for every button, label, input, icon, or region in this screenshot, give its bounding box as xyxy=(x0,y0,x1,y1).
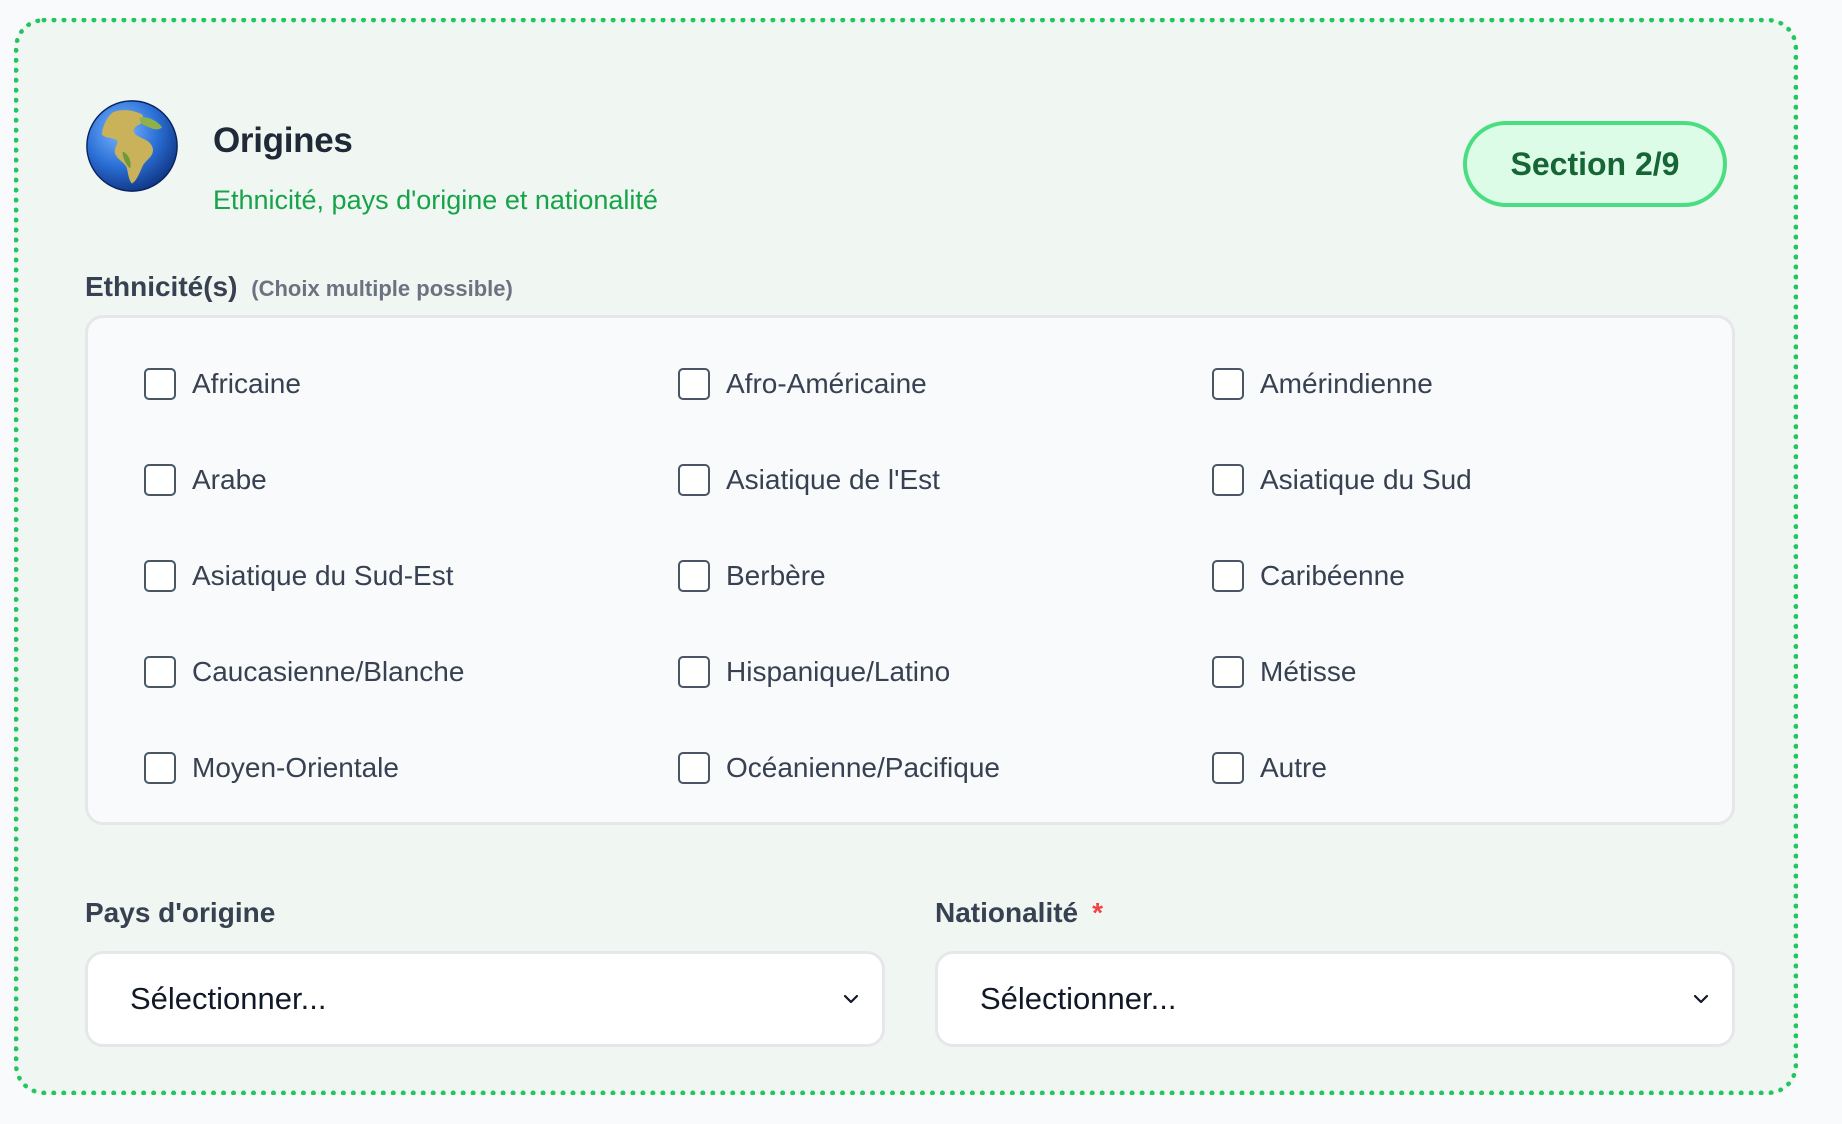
option-label: Caucasienne/Blanche xyxy=(192,656,465,687)
checkbox[interactable] xyxy=(1212,752,1244,784)
nationality-select[interactable]: Sélectionner... xyxy=(935,951,1735,1047)
section-progress-badge: Section 2/9 xyxy=(1463,121,1727,207)
checkbox[interactable] xyxy=(1212,368,1244,400)
ethnicity-label-text: Ethnicité(s) xyxy=(85,271,238,302)
country-of-origin-label: Pays d'origine xyxy=(85,897,276,928)
nationality-value: Sélectionner... xyxy=(980,981,1177,1016)
option-label: Arabe xyxy=(192,464,267,495)
ethnicity-option-caucasienne[interactable]: Caucasienne/Blanche xyxy=(144,646,678,698)
checkbox[interactable] xyxy=(678,752,710,784)
ethnicity-option-africaine[interactable]: Africaine xyxy=(144,358,678,410)
section-header: Origines Ethnicité, pays d'origine et na… xyxy=(85,99,1727,215)
option-label: Océanienne/Pacifique xyxy=(726,752,1000,783)
option-label: Afro-Américaine xyxy=(726,368,927,399)
option-label: Caribéenne xyxy=(1260,560,1405,591)
option-label: Berbère xyxy=(726,560,826,591)
required-marker: * xyxy=(1092,897,1104,928)
checkbox[interactable] xyxy=(144,752,176,784)
option-label: Asiatique du Sud-Est xyxy=(192,560,454,591)
origins-section-card: Origines Ethnicité, pays d'origine et na… xyxy=(14,18,1798,1095)
ethnicity-option-caribeenne[interactable]: Caribéenne xyxy=(1212,550,1746,602)
ethnicity-option-moyen-orientale[interactable]: Moyen-Orientale xyxy=(144,742,678,794)
ethnicity-option-afro-americaine[interactable]: Afro-Américaine xyxy=(678,358,1212,410)
checkbox[interactable] xyxy=(144,656,176,688)
checkbox[interactable] xyxy=(678,656,710,688)
option-label: Hispanique/Latino xyxy=(726,656,951,687)
checkbox[interactable] xyxy=(1212,560,1244,592)
option-label: Autre xyxy=(1260,752,1327,783)
chevron-down-icon xyxy=(843,994,859,1004)
section-title: Origines xyxy=(213,121,353,160)
ethnicity-option-metisse[interactable]: Métisse xyxy=(1212,646,1746,698)
ethnicity-option-berbere[interactable]: Berbère xyxy=(678,550,1212,602)
ethnicity-option-arabe[interactable]: Arabe xyxy=(144,454,678,506)
ethnicity-option-asiatique-sud[interactable]: Asiatique du Sud xyxy=(1212,454,1746,506)
ethnicity-option-hispanique[interactable]: Hispanique/Latino xyxy=(678,646,1212,698)
nationality-label: Nationalité * xyxy=(935,897,1103,929)
ethnicity-option-asiatique-est[interactable]: Asiatique de l'Est xyxy=(678,454,1212,506)
ethnicity-option-autre[interactable]: Autre xyxy=(1212,742,1746,794)
option-label: Asiatique de l'Est xyxy=(726,464,940,495)
ethnicity-hint: (Choix multiple possible) xyxy=(251,276,513,301)
checkbox[interactable] xyxy=(678,368,710,400)
checkbox[interactable] xyxy=(1212,464,1244,496)
country-of-origin-select[interactable]: Sélectionner... xyxy=(85,951,885,1047)
checkbox[interactable] xyxy=(144,368,176,400)
ethnicity-options-panel: Africaine Afro-Américaine Amérindienne A… xyxy=(85,315,1735,825)
ethnicity-label: Ethnicité(s) (Choix multiple possible) xyxy=(85,271,513,303)
checkbox[interactable] xyxy=(144,464,176,496)
chevron-down-icon xyxy=(1693,994,1709,1004)
ethnicity-option-asiatique-sud-est[interactable]: Asiatique du Sud-Est xyxy=(144,550,678,602)
ethnicity-options-grid: Africaine Afro-Américaine Amérindienne A… xyxy=(144,358,1746,838)
country-of-origin-value: Sélectionner... xyxy=(130,981,327,1016)
checkbox[interactable] xyxy=(678,560,710,592)
checkbox[interactable] xyxy=(1212,656,1244,688)
globe-europe-africa-icon xyxy=(86,100,178,192)
ethnicity-option-oceanienne[interactable]: Océanienne/Pacifique xyxy=(678,742,1212,794)
option-label: Moyen-Orientale xyxy=(192,752,399,783)
option-label: Métisse xyxy=(1260,656,1357,687)
checkbox[interactable] xyxy=(678,464,710,496)
ethnicity-option-amerindienne[interactable]: Amérindienne xyxy=(1212,358,1746,410)
section-subtitle: Ethnicité, pays d'origine et nationalité xyxy=(213,185,658,215)
checkbox[interactable] xyxy=(144,560,176,592)
nationality-label-text: Nationalité xyxy=(935,897,1079,928)
option-label: Amérindienne xyxy=(1260,368,1433,399)
option-label: Asiatique du Sud xyxy=(1260,464,1472,495)
option-label: Africaine xyxy=(192,368,301,399)
